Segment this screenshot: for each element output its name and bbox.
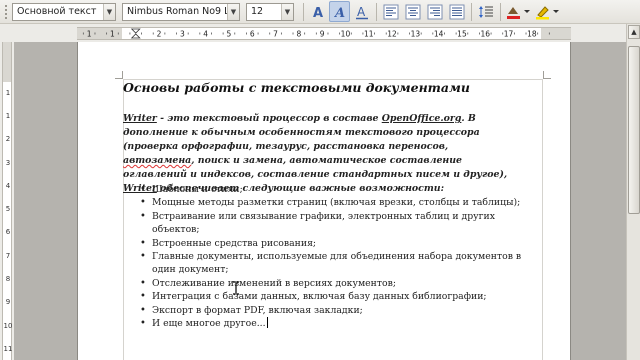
justify-icon bbox=[449, 4, 464, 19]
font-name-value: Nimbus Roman No9 L bbox=[127, 6, 227, 17]
underline-button[interactable]: A bbox=[351, 1, 372, 22]
list-item[interactable]: Встроенные средства рисования; bbox=[140, 237, 525, 251]
ruler-label: 9 bbox=[320, 30, 325, 39]
italic-icon: A bbox=[333, 6, 345, 20]
chevron-down-icon[interactable]: ▼ bbox=[281, 3, 293, 20]
font-name-combo[interactable]: Nimbus Roman No9 L ▼ bbox=[122, 2, 240, 21]
vertical-ruler-label: 10 bbox=[3, 321, 13, 330]
align-left-button[interactable] bbox=[380, 1, 401, 22]
intro-text: - это текстовый процессор в составе bbox=[156, 113, 382, 124]
vertical-ruler[interactable]: 1 1 2 3 4 5 6 7 8 9 10 11 bbox=[0, 42, 14, 360]
scroll-up-button[interactable]: ▲ bbox=[628, 25, 640, 39]
list-item[interactable]: Главные документы, используемые для объе… bbox=[140, 250, 525, 277]
text-boundary-corner bbox=[115, 71, 123, 79]
paragraph-style-combo[interactable]: Основной текст ▼ bbox=[12, 2, 116, 21]
font-size-value: 12 bbox=[251, 6, 264, 17]
document-heading[interactable]: Основы работы с текстовыми документами bbox=[123, 80, 470, 95]
ruler-label: 1 bbox=[87, 30, 92, 39]
ruler-label: 6 bbox=[250, 30, 255, 39]
vertical-ruler-label: 1 bbox=[5, 88, 11, 97]
list-item[interactable]: Шаблоны и стили; bbox=[140, 183, 525, 197]
chevron-down-icon[interactable]: ▼ bbox=[227, 3, 239, 20]
list-item-text: И еще многое другое... bbox=[152, 318, 266, 330]
vertical-ruler-label: 3 bbox=[5, 158, 11, 167]
indent-marker-icon[interactable] bbox=[130, 28, 141, 39]
openoffice-link[interactable]: OpenOffice.org bbox=[382, 113, 462, 124]
text-cursor bbox=[266, 317, 268, 329]
list-item-last[interactable]: И еще многое другое... bbox=[140, 317, 525, 331]
toolbar-separator bbox=[500, 2, 501, 21]
writer-link[interactable]: Writer bbox=[123, 113, 157, 124]
feature-list: Шаблоны и стили; Мощные методы разметки … bbox=[140, 183, 525, 331]
underline-icon: A bbox=[355, 5, 368, 19]
ruler-label: 18 bbox=[527, 30, 537, 39]
list-item[interactable]: Отслеживание изменений в версиях докумен… bbox=[140, 277, 525, 291]
align-right-button[interactable] bbox=[424, 1, 445, 22]
scrollbar-thumb[interactable] bbox=[628, 46, 640, 214]
toolbar-separator bbox=[471, 2, 472, 21]
bold-icon: A bbox=[313, 6, 323, 20]
ruler-label: 11 bbox=[364, 30, 374, 39]
ruler-label: 12 bbox=[387, 30, 397, 39]
list-item[interactable]: Встраивание или связывание графики, элек… bbox=[140, 210, 525, 237]
ruler-label: 16 bbox=[480, 30, 490, 39]
align-center-icon bbox=[405, 4, 420, 19]
toolbar-grip[interactable] bbox=[0, 0, 12, 24]
svg-text:A: A bbox=[313, 6, 323, 20]
ruler-label: 4 bbox=[203, 30, 208, 39]
chevron-down-icon[interactable]: ▼ bbox=[103, 3, 115, 20]
vertical-ruler-label: 4 bbox=[5, 181, 11, 190]
vertical-ruler-label: 2 bbox=[5, 135, 11, 144]
list-item[interactable]: Экспорт в формат PDF, включая закладки; bbox=[140, 304, 525, 318]
line-spacing-icon bbox=[478, 5, 493, 18]
italic-button[interactable]: A bbox=[329, 1, 350, 22]
align-left-icon bbox=[383, 4, 398, 19]
toolbar-separator bbox=[376, 2, 377, 21]
list-item[interactable]: Мощные методы разметки страниц (включая … bbox=[140, 196, 525, 210]
font-size-combo[interactable]: 12 ▼ bbox=[246, 2, 294, 21]
vertical-ruler-label: 11 bbox=[3, 344, 13, 353]
ruler-label: 2 bbox=[157, 30, 162, 39]
character-color-button[interactable] bbox=[504, 1, 532, 22]
highlight-button[interactable] bbox=[533, 1, 561, 22]
svg-text:A: A bbox=[333, 6, 345, 20]
horizontal-ruler-area: 1 1 2 3 4 5 6 7 8 9 10 11 12 13 14 15 16 17 18 bbox=[0, 24, 640, 42]
ruler-label: 3 bbox=[180, 30, 185, 39]
vertical-ruler-label: 5 bbox=[5, 205, 11, 214]
vertical-ruler-label: 9 bbox=[5, 298, 11, 307]
vertical-ruler-top-margin bbox=[3, 42, 11, 82]
vertical-scrollbar[interactable]: ▲ bbox=[626, 24, 640, 360]
ruler-label: 5 bbox=[227, 30, 232, 39]
ruler-label: 15 bbox=[457, 30, 467, 39]
align-right-icon bbox=[427, 4, 442, 19]
highlighter-icon bbox=[536, 5, 559, 19]
toolbar-separator bbox=[303, 2, 304, 21]
justify-button[interactable] bbox=[446, 1, 467, 22]
ruler-label: 13 bbox=[411, 30, 421, 39]
ruler-label: 7 bbox=[273, 30, 278, 39]
formatting-toolbar: Основной текст ▼ Nimbus Roman No9 L ▼ 12… bbox=[0, 0, 640, 24]
ruler-label: 14 bbox=[434, 30, 444, 39]
character-color-icon bbox=[507, 6, 530, 19]
horizontal-ruler[interactable]: 1 1 2 3 4 5 6 7 8 9 10 11 12 13 14 15 16 17 18 bbox=[77, 27, 571, 40]
line-spacing-button[interactable] bbox=[475, 1, 496, 22]
misspelled-word[interactable]: автозамена bbox=[123, 155, 191, 166]
list-item[interactable]: Интеграция с базами данных, включая базу… bbox=[140, 290, 525, 304]
ruler-label: 10 bbox=[341, 30, 351, 39]
text-boundary-corner bbox=[543, 71, 551, 79]
ibeam-cursor-icon bbox=[233, 281, 239, 295]
ruler-label: 8 bbox=[296, 30, 301, 39]
vertical-ruler-label: 8 bbox=[5, 275, 11, 284]
bold-button[interactable]: A bbox=[307, 1, 328, 22]
vertical-ruler-label: 1 bbox=[5, 111, 11, 120]
ruler-label: 17 bbox=[504, 30, 514, 39]
vertical-ruler-label: 6 bbox=[5, 228, 11, 237]
ruler-ticks: 1 1 2 3 4 5 6 7 8 9 10 11 12 13 14 15 16 17 18 bbox=[82, 28, 550, 39]
align-center-button[interactable] bbox=[402, 1, 423, 22]
ruler-label: 1 bbox=[110, 30, 115, 39]
vertical-ruler-strip: 1 1 2 3 4 5 6 7 8 9 10 11 bbox=[2, 42, 12, 360]
paragraph-style-value: Основной текст bbox=[17, 6, 97, 17]
svg-text:A: A bbox=[357, 5, 366, 19]
vertical-ruler-label: 7 bbox=[5, 251, 11, 260]
